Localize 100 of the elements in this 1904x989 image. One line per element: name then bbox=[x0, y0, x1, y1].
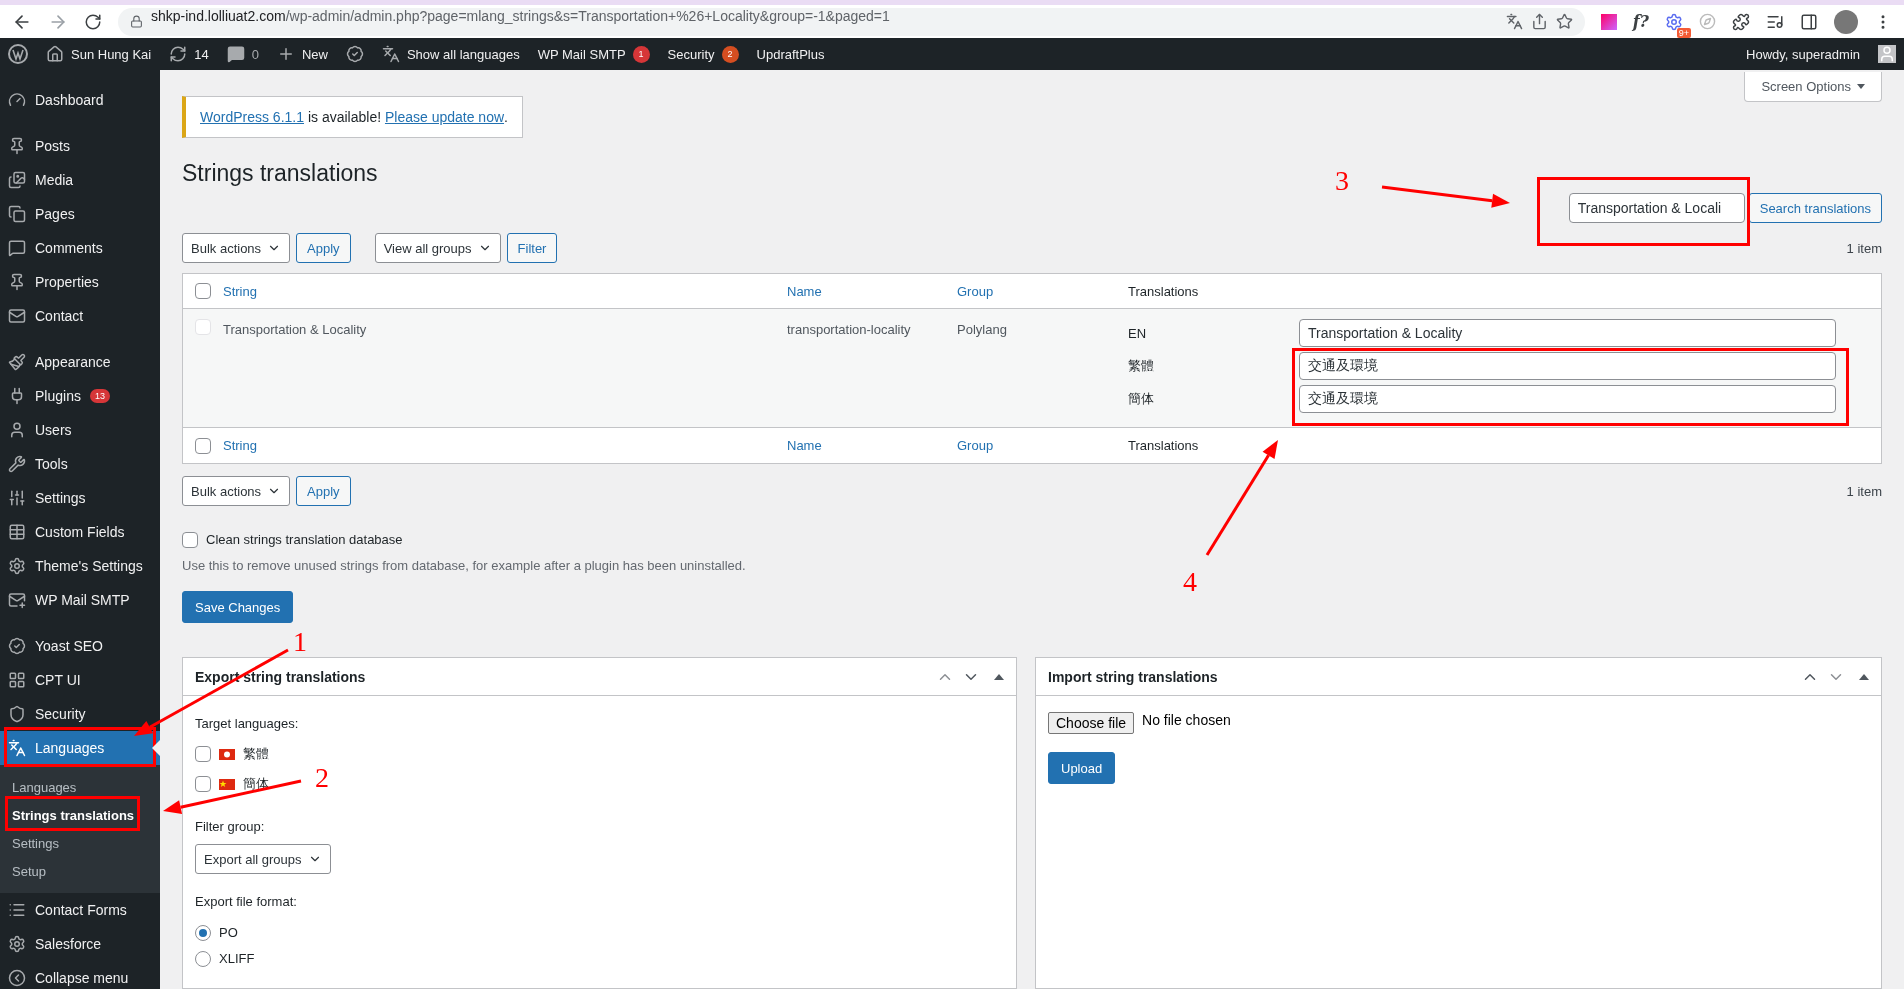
admin-bar-link[interactable]: UpdraftPlus bbox=[756, 46, 825, 62]
reload-icon[interactable] bbox=[84, 12, 102, 31]
format-radio[interactable] bbox=[195, 951, 211, 967]
share-icon[interactable] bbox=[1530, 13, 1548, 30]
sidebar-item[interactable]: Security bbox=[0, 697, 160, 731]
sidebar-item[interactable]: Collapse menu bbox=[0, 961, 160, 989]
column-header[interactable]: String bbox=[223, 438, 257, 453]
search-field[interactable]: Transportation & Locali bbox=[1568, 193, 1745, 223]
sidebar-item[interactable]: Custom Fields bbox=[0, 515, 160, 549]
collapse-triangle-icon[interactable] bbox=[1859, 673, 1869, 680]
translation-field[interactable]: 交通及環境 bbox=[1299, 352, 1836, 380]
column-header[interactable]: Name bbox=[787, 283, 822, 299]
collapse-triangle-icon[interactable] bbox=[994, 673, 1004, 680]
search-button[interactable]: Search translations bbox=[1748, 193, 1882, 223]
sidebar-item[interactable]: Posts bbox=[0, 129, 160, 163]
submenu-item[interactable]: Strings translations bbox=[0, 801, 160, 829]
group-select[interactable]: View all groups bbox=[374, 233, 501, 263]
format-radio[interactable] bbox=[195, 925, 211, 941]
admin-bar-new[interactable]: New bbox=[276, 45, 328, 63]
filter-button[interactable]: Filter bbox=[506, 233, 558, 263]
admin-bar-link[interactable]: Security 2 bbox=[667, 45, 739, 63]
bulk-actions-select[interactable]: Bulk actions bbox=[182, 476, 291, 506]
upload-button[interactable]: Upload bbox=[1048, 752, 1116, 784]
sidebar-item[interactable]: Contact Forms bbox=[0, 893, 160, 927]
speech-bubble-icon bbox=[226, 45, 245, 63]
language-label: 繁體 bbox=[1128, 357, 1155, 375]
translate-icon[interactable] bbox=[1505, 13, 1523, 30]
sidebar-item[interactable]: Theme's Settings bbox=[0, 549, 160, 583]
version-link[interactable]: WordPress 6.1.1 bbox=[200, 109, 304, 125]
sidebar-item[interactable]: Salesforce bbox=[0, 927, 160, 961]
column-header: Translations bbox=[1128, 283, 1199, 299]
submenu-item[interactable]: Languages bbox=[0, 773, 160, 801]
sidebar-item[interactable]: Dashboard bbox=[0, 83, 160, 117]
sidebar-item[interactable]: Properties bbox=[0, 265, 160, 299]
extensions-icon[interactable] bbox=[1732, 12, 1750, 31]
address-bar[interactable]: shkp-ind.lolliuat2.com/wp-admin/admin.php?page=mlang_strings&s=Transportation+%26+Locality&group=-1&paged=1 bbox=[118, 7, 1585, 36]
column-header[interactable]: String bbox=[223, 283, 257, 299]
bulk-actions-select[interactable]: Bulk actions bbox=[182, 233, 291, 263]
select-all-checkbox[interactable] bbox=[195, 437, 211, 454]
pin-icon bbox=[8, 273, 26, 291]
admin-bar-site-link[interactable]: Sun Hung Kai bbox=[46, 45, 152, 63]
bookmark-star-icon[interactable] bbox=[1555, 13, 1573, 30]
panel-title: Export string translations bbox=[195, 668, 366, 685]
sidebar-item[interactable]: Appearance bbox=[0, 345, 160, 379]
table-cell-text: Transportation & Locality bbox=[223, 321, 367, 337]
sidebar-item[interactable]: WP Mail SMTP bbox=[0, 583, 160, 617]
wrench-icon bbox=[8, 455, 26, 473]
side-panel-icon[interactable] bbox=[1800, 12, 1818, 31]
apply-button[interactable]: Apply bbox=[296, 476, 351, 506]
count-badge: 2 bbox=[721, 45, 739, 63]
column-header[interactable]: Group bbox=[957, 438, 994, 453]
extension-gear-icon[interactable] bbox=[1665, 12, 1683, 31]
row-checkbox[interactable] bbox=[195, 319, 211, 335]
home-icon bbox=[46, 45, 64, 63]
extension-icon[interactable] bbox=[1600, 13, 1617, 30]
column-header[interactable]: Group bbox=[957, 283, 994, 299]
language-checkbox[interactable] bbox=[195, 746, 211, 762]
sidebar-item[interactable]: Tools bbox=[0, 447, 160, 481]
sidebar-item[interactable]: Contact bbox=[0, 299, 160, 333]
field-label: Filter group: bbox=[195, 819, 265, 834]
admin-bar-comments[interactable]: 0 bbox=[226, 45, 259, 63]
submenu-item[interactable]: Settings bbox=[0, 829, 160, 857]
submenu-item[interactable]: Setup bbox=[0, 857, 160, 885]
extension-font-icon[interactable]: f? bbox=[1632, 12, 1649, 31]
update-link[interactable]: Please update now bbox=[384, 109, 505, 125]
sidebar-item[interactable]: Pages bbox=[0, 197, 160, 231]
sidebar-item[interactable]: Yoast SEO bbox=[0, 629, 160, 663]
sidebar-item[interactable]: Plugins 13 bbox=[0, 379, 160, 413]
callout-number: 3 bbox=[1335, 167, 1349, 195]
wordpress-logo-icon[interactable] bbox=[8, 44, 28, 64]
column-header[interactable]: Name bbox=[787, 438, 822, 453]
translation-field[interactable]: 交通及環境 bbox=[1299, 385, 1836, 413]
user-icon bbox=[8, 421, 26, 439]
choose-file-button[interactable]: Choose file bbox=[1048, 712, 1135, 734]
clean-checkbox[interactable] bbox=[182, 532, 198, 548]
table-cell-text: Polylang bbox=[957, 321, 1007, 337]
notice-text: is available! bbox=[307, 109, 382, 125]
sidebar-item[interactable]: Media bbox=[0, 163, 160, 197]
save-changes-button[interactable]: Save Changes bbox=[182, 591, 294, 623]
select-all-checkbox[interactable] bbox=[195, 283, 211, 299]
sidebar-item[interactable]: Settings bbox=[0, 481, 160, 515]
sidebar-item[interactable]: Comments bbox=[0, 231, 160, 265]
admin-bar-updates[interactable]: 14 bbox=[169, 45, 209, 63]
sidebar-item[interactable]: CPT UI bbox=[0, 663, 160, 697]
profile-avatar[interactable] bbox=[1834, 9, 1858, 34]
gauge-icon bbox=[8, 91, 26, 109]
badge-check-icon[interactable] bbox=[345, 45, 364, 63]
sidebar-item[interactable]: Users bbox=[0, 413, 160, 447]
refresh-icon bbox=[169, 45, 188, 63]
pin-icon bbox=[8, 137, 26, 155]
admin-bar-languages[interactable]: Show all languages bbox=[381, 45, 520, 63]
admin-bar-link[interactable]: WP Mail SMTP 1 bbox=[537, 45, 650, 63]
account-greeting[interactable]: Howdy, superadmin bbox=[1746, 46, 1860, 62]
hong-kong-flag-icon bbox=[219, 748, 235, 760]
translation-field[interactable]: Transportation & Locality bbox=[1299, 319, 1836, 347]
apply-button[interactable]: Apply bbox=[296, 233, 351, 263]
screen-options-button[interactable]: Screen Options bbox=[1744, 72, 1882, 102]
panel-title: Import string translations bbox=[1048, 668, 1218, 685]
filter-group-select[interactable]: Export all groups bbox=[195, 844, 331, 874]
language-checkbox[interactable] bbox=[195, 776, 211, 792]
